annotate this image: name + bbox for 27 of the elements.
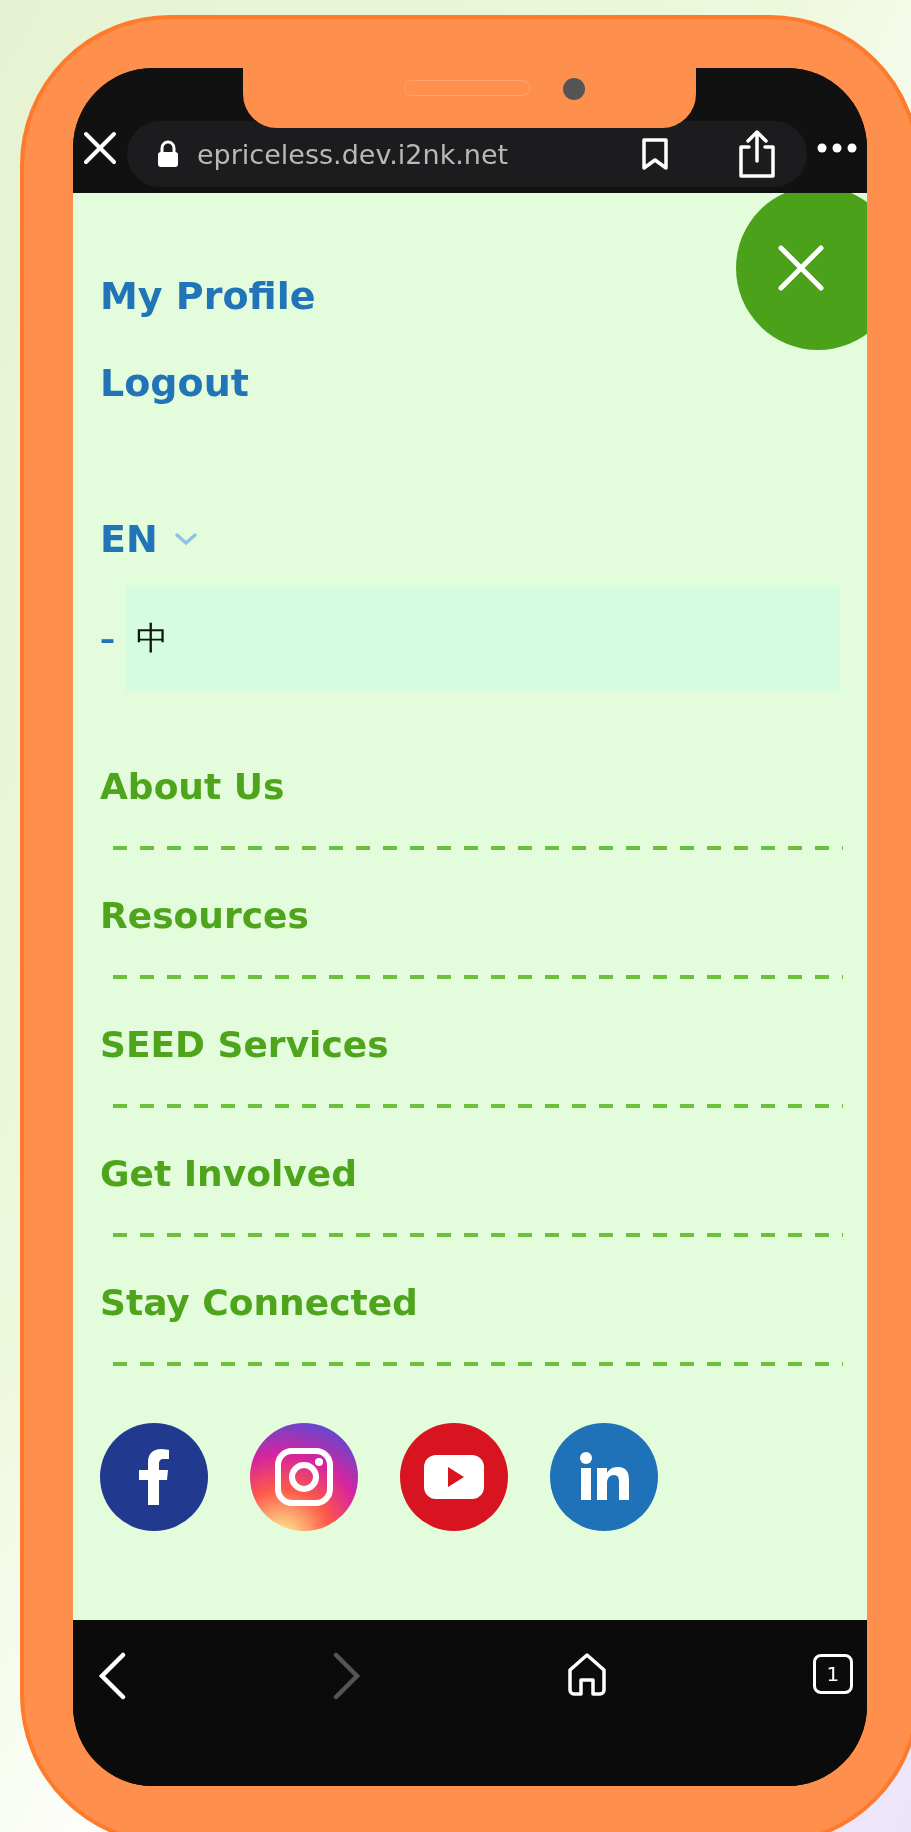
home-button[interactable] (566, 1652, 609, 1696)
back-button[interactable] (97, 1652, 127, 1700)
more-button[interactable] (817, 143, 857, 153)
nav-link[interactable]: About Us (100, 757, 285, 817)
facebook-icon (139, 1449, 169, 1505)
caret-icon (173, 532, 198, 546)
nav-link[interactable]: Stay Connected (100, 1273, 418, 1333)
language-toggle[interactable]: EN (100, 509, 198, 569)
list-bullet: – (100, 621, 116, 656)
tabs-button[interactable]: 1 (812, 1654, 853, 1694)
nav-link[interactable]: Resources (100, 886, 309, 946)
address-bar[interactable]: epriceless.dev.i2nk.net (127, 121, 807, 187)
account-link[interactable]: My Profile (100, 266, 316, 326)
account-link[interactable]: Logout (100, 353, 249, 413)
language-option[interactable]: 中 (126, 585, 840, 692)
youtube-icon (424, 1455, 484, 1499)
close-button[interactable] (83, 131, 117, 165)
lock-icon (157, 140, 179, 168)
bookmark-button[interactable] (641, 137, 669, 171)
instagram-icon (274, 1447, 334, 1507)
share-button[interactable] (737, 129, 777, 179)
linkedin-icon (579, 1452, 629, 1502)
close-icon (777, 244, 825, 292)
nav-link[interactable]: Get Involved (100, 1144, 357, 1204)
url-text: epriceless.dev.i2nk.net (197, 138, 510, 170)
nav-link[interactable]: SEED Services (100, 1015, 389, 1075)
camera-dot (563, 78, 585, 100)
